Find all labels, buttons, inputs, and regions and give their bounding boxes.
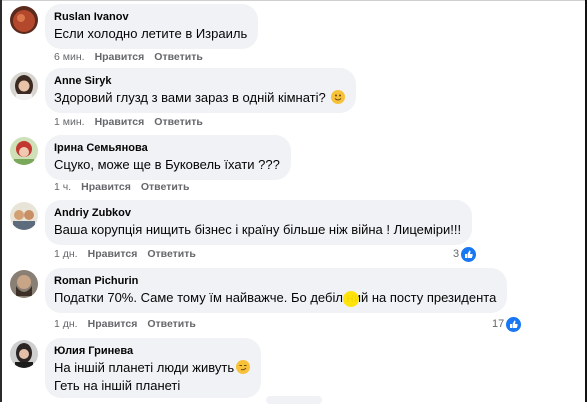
reaction-count-value: 17 — [492, 318, 505, 330]
window-top-edge — [0, 0, 587, 1]
like-thumb-icon — [506, 316, 522, 332]
like-button[interactable]: Нравится — [95, 116, 145, 128]
comment-text: На іншій планеті люди живуть — [54, 359, 251, 376]
smile-emoji-icon — [331, 90, 346, 104]
comment-author[interactable]: Ірина Семьянова — [54, 141, 280, 155]
comment-text: Ваша корупція нищить бізнес і країну біл… — [54, 222, 462, 237]
avatar[interactable] — [10, 137, 38, 165]
comment-actions: 1 дн. Нравится Ответить — [54, 318, 206, 331]
comment-author[interactable]: Andriy Zubkov — [54, 206, 461, 220]
comment-time[interactable]: 1 дн. — [54, 318, 78, 330]
comment-time[interactable]: 1 дн. — [54, 248, 78, 260]
comment-author[interactable]: Юлия Гринева — [54, 344, 250, 358]
smirk-emoji-icon — [236, 360, 251, 374]
like-button[interactable]: Нравится — [88, 248, 138, 260]
comment-text: Податки 70%. Саме тому їм найважче. Бо д… — [54, 290, 497, 305]
comment-bubble: Юлия Гринева На іншій планеті люди живут… — [45, 338, 262, 398]
comment-bubble: Ruslan Ivanov Если холодно летите в Изра… — [45, 4, 259, 49]
avatar[interactable] — [10, 72, 38, 100]
comment-actions: 6 мин. Нравится Ответить — [54, 51, 213, 64]
comment-time[interactable]: 6 мин. — [54, 51, 85, 63]
avatar[interactable] — [10, 202, 38, 230]
avatar[interactable] — [10, 270, 38, 298]
comment-text: Сцуко, може ще в Буковель їхати ??? — [54, 157, 280, 172]
next-comment-bubble — [266, 396, 322, 404]
comment-actions: 1 мин. Нравится Ответить — [54, 116, 213, 129]
avatar[interactable] — [10, 6, 38, 34]
comment-text: Если холодно летите в Израиль — [54, 26, 248, 41]
like-button[interactable]: Нравится — [95, 51, 145, 63]
like-button[interactable]: Нравится — [81, 181, 131, 193]
reply-button[interactable]: Ответить — [154, 116, 203, 128]
like-button[interactable]: Нравится — [88, 318, 138, 330]
comment-bubble: Roman Pichurin Податки 70%. Саме тому їм… — [45, 268, 508, 313]
comment-author[interactable]: Ruslan Ivanov — [54, 10, 247, 24]
comment-text: Здоровий глузд з вами зараз в одній кімн… — [54, 89, 346, 106]
reaction-count[interactable]: 17 — [492, 316, 522, 332]
comment-actions: 1 ч. Нравится Ответить — [54, 181, 199, 194]
like-thumb-icon — [461, 246, 477, 262]
cursor-highlight — [343, 291, 359, 307]
comment-actions: 1 дн. Нравится Ответить — [54, 248, 206, 261]
reaction-count-value: 3 — [453, 248, 460, 260]
reply-button[interactable]: Ответить — [141, 181, 190, 193]
reply-button[interactable]: Ответить — [147, 248, 196, 260]
comment-bubble: Anne Siryk Здоровий глузд з вами зараз в… — [45, 68, 357, 113]
reply-button[interactable]: Ответить — [154, 51, 203, 63]
reply-button[interactable]: Ответить — [147, 318, 196, 330]
window-left-edge — [0, 0, 2, 402]
comment-bubble: Ірина Семьянова Сцуко, може ще в Буковел… — [45, 135, 291, 180]
avatar[interactable] — [10, 340, 38, 368]
comment-time[interactable]: 1 ч. — [54, 181, 71, 193]
comment-author[interactable]: Anne Siryk — [54, 74, 345, 88]
comment-text-line-2: Геть на іншій планеті — [54, 378, 181, 393]
reaction-count[interactable]: 3 — [453, 246, 477, 262]
comment-time[interactable]: 1 мин. — [54, 116, 85, 128]
comment-bubble: Andriy Zubkov Ваша корупція нищить бізне… — [45, 200, 473, 245]
comment-author[interactable]: Roman Pichurin — [54, 274, 496, 288]
